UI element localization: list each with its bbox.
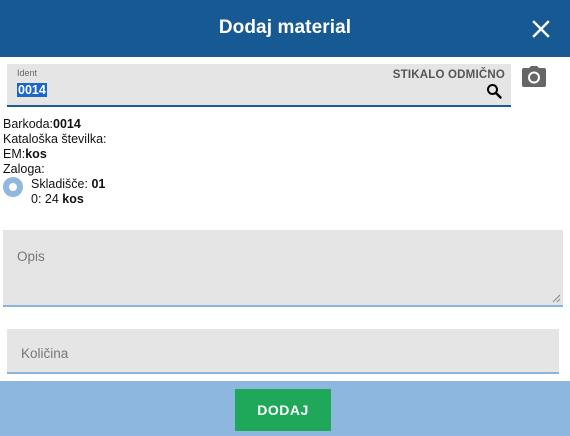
warehouse-qty-row: 0: 24 kos [31, 192, 105, 207]
dialog-title: Dodaj material [218, 17, 352, 38]
barcode-row: Barkoda:0014 [3, 117, 107, 132]
dialog-header: Dodaj material [0, 0, 570, 57]
warehouse-label: Skladišče: [31, 177, 88, 191]
ident-value: 0014 [17, 83, 47, 97]
barcode-label: Barkoda: [3, 117, 54, 131]
close-button[interactable] [526, 14, 556, 44]
barcode-value: 0014 [53, 117, 81, 131]
resize-grip-icon[interactable] [551, 293, 561, 303]
kolicina-placeholder: Količina [21, 346, 69, 361]
search-icon[interactable] [486, 83, 502, 99]
catalog-row: Kataloška številka: [3, 132, 107, 147]
kolicina-input[interactable]: Količina [7, 329, 559, 374]
material-info: Barkoda:0014 Kataloška številka: EM:kos … [3, 117, 107, 177]
unit-row: EM:kos [3, 147, 107, 162]
warehouse-qty: 0: 24 [31, 192, 59, 206]
stock-label: Zaloga: [3, 162, 45, 176]
switch-button[interactable]: STIKALO ODMIČNO [393, 69, 505, 81]
warehouse-radio[interactable] [3, 177, 23, 197]
ident-label: Ident [17, 68, 38, 78]
opis-textarea[interactable]: Opis [3, 230, 563, 307]
camera-icon[interactable] [521, 65, 547, 89]
opis-placeholder: Opis [17, 249, 45, 264]
stock-row: Zaloga: [3, 162, 107, 177]
unit-label: EM: [3, 147, 26, 161]
catalog-label: Kataloška številka: [3, 132, 107, 146]
dialog-footer: DODAJ [0, 381, 570, 436]
close-icon [532, 20, 550, 38]
warehouse-entry: Skladišče: 01 0: 24 kos [31, 177, 105, 207]
ident-field[interactable]: Ident STIKALO ODMIČNO 0014 [7, 64, 511, 107]
warehouse-value: 01 [91, 177, 106, 191]
warehouse-qty-unit: kos [62, 192, 84, 206]
unit-value: kos [25, 147, 47, 161]
ident-input[interactable]: 0014 [17, 83, 47, 97]
add-button[interactable]: DODAJ [235, 389, 331, 431]
warehouse-row: Skladišče: 01 [31, 177, 105, 192]
